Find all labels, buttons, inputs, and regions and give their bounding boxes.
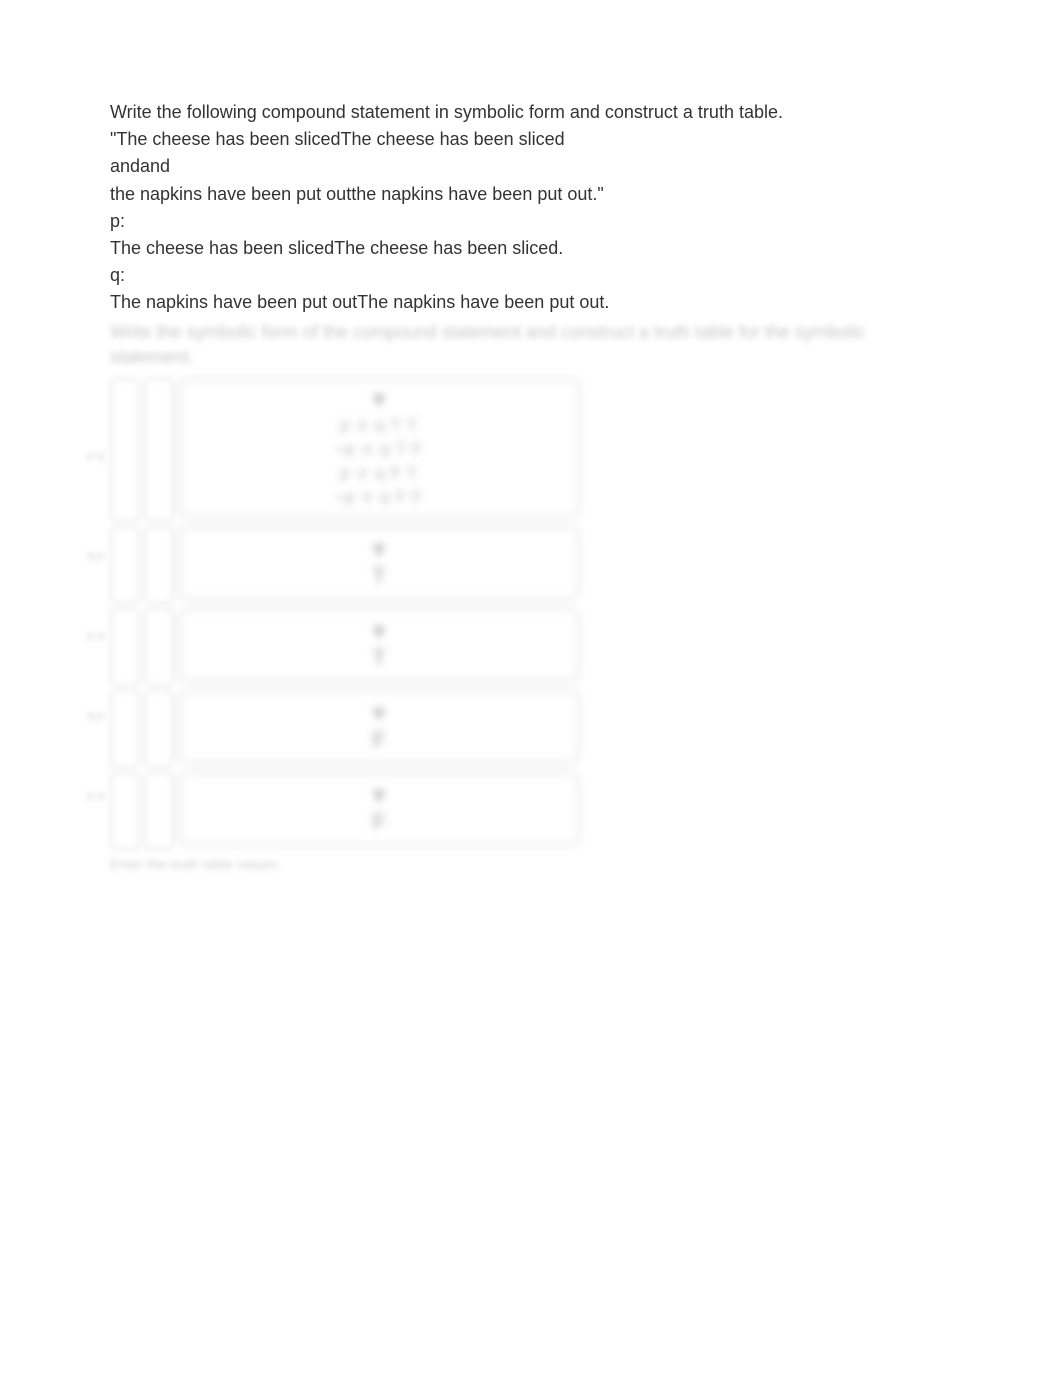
row-prefix-box-1 xyxy=(110,526,140,604)
symbolic-form-dropdown[interactable]: ▼ p ∧ q T T ¬p ∧ q T F p ∨ q F T ¬p ∨ q … xyxy=(178,378,580,518)
truth-value-3: F xyxy=(372,727,385,753)
dropdown-caret-icon: ▼ xyxy=(368,537,390,563)
problem-statement: Write the following compound statement i… xyxy=(110,100,952,316)
row-prefix-box-4b xyxy=(144,772,174,850)
intro-line: Write the following compound statement i… xyxy=(110,100,952,125)
row-prefix-box-2 xyxy=(110,608,140,686)
dropdown-caret-icon: ▼ xyxy=(368,619,390,645)
side-label-4: q p xyxy=(56,708,104,722)
quote-line-1: "The cheese has been slicedThe cheese ha… xyxy=(110,127,952,152)
truth-value-4: F xyxy=(372,809,385,835)
truth-value-dropdown-3[interactable]: ▼ F xyxy=(178,690,580,764)
row-prefix-box-3 xyxy=(110,690,140,768)
truth-value-dropdown-4[interactable]: ▼ F xyxy=(178,772,580,846)
side-label-3: p q xyxy=(56,628,104,642)
p-label: p: xyxy=(110,209,952,234)
option-line-4: ¬p ∨ q F F xyxy=(335,487,423,507)
footer-note: Enter the truth table values. xyxy=(110,856,580,872)
answer-area: p q q p p q q p p q ▼ p ∧ q T T ¬p ∧ q T… xyxy=(110,378,580,872)
truth-value-dropdown-1[interactable]: ▼ T xyxy=(178,526,580,600)
dropdown-caret-icon: ▼ xyxy=(368,387,390,413)
side-label-1: p q xyxy=(56,448,104,462)
quote-line-3: the napkins have been put outthe napkins… xyxy=(110,182,952,207)
side-label-5: p q xyxy=(56,788,104,802)
truth-value-dropdown-2[interactable]: ▼ T xyxy=(178,608,580,682)
option-line-2: ¬p ∧ q T F xyxy=(335,439,423,459)
dropdown-caret-icon: ▼ xyxy=(368,783,390,809)
option-line-3: p ∨ q F T xyxy=(340,463,418,483)
dropdown-caret-icon: ▼ xyxy=(368,701,390,727)
row-prefix-box-2b xyxy=(144,608,174,686)
blurred-instruction: Write the symbolic form of the compound … xyxy=(110,320,952,370)
row-prefix-box-0b xyxy=(144,378,174,522)
truth-value-1: T xyxy=(372,563,385,589)
side-label-2: q p xyxy=(56,548,104,562)
q-text: The napkins have been put outThe napkins… xyxy=(110,290,952,315)
quote-line-2: andand xyxy=(110,154,952,179)
q-label: q: xyxy=(110,263,952,288)
p-text: The cheese has been slicedThe cheese has… xyxy=(110,236,952,261)
row-prefix-box-3b xyxy=(144,690,174,768)
truth-value-2: T xyxy=(372,645,385,671)
row-prefix-box-1b xyxy=(144,526,174,604)
option-line-1: p ∧ q T T xyxy=(340,415,418,435)
row-prefix-box-0 xyxy=(110,378,140,522)
row-prefix-box-4 xyxy=(110,772,140,850)
